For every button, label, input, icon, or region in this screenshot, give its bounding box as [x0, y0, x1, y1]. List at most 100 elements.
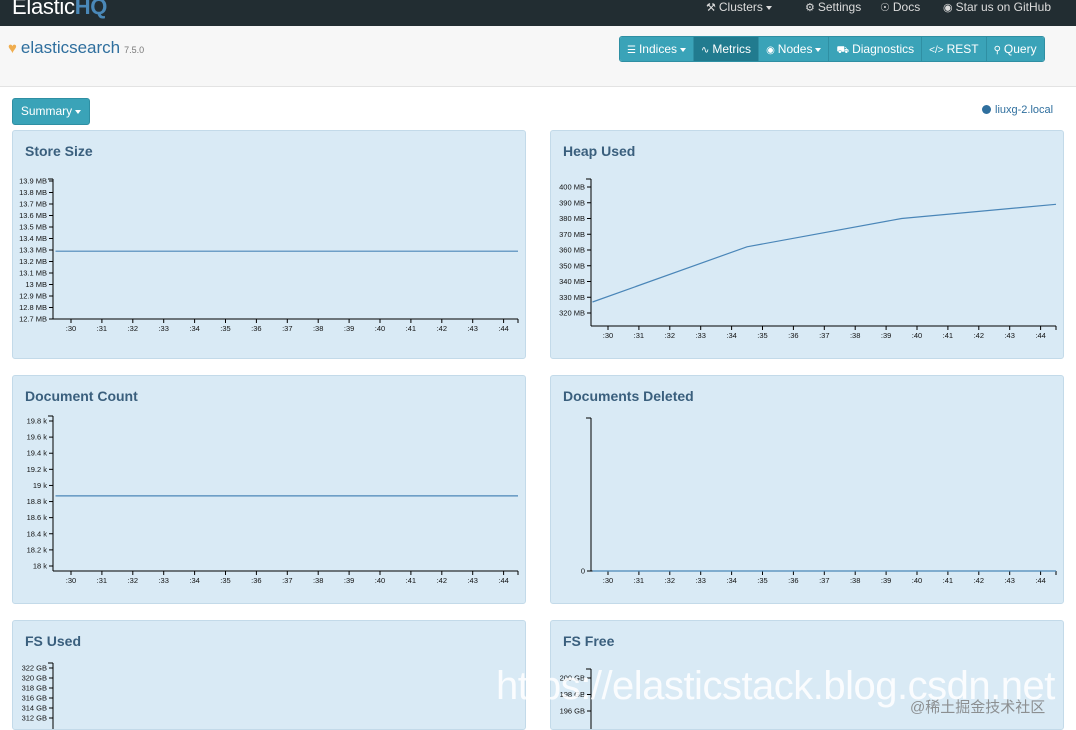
x-tick-label: :31	[634, 331, 644, 340]
watermark-cn: @稀土掘金技术社区	[910, 699, 1046, 716]
settings-link[interactable]: ⚙ Settings	[805, 0, 861, 14]
x-tick-label: :38	[313, 576, 323, 585]
indices-button[interactable]: ☰ Indices	[620, 37, 694, 61]
document-count-chart: 19.8 k 19.6 k 19.4 k 19.2 k 19 k 18.8 k 18.6 k…	[27, 415, 519, 585]
code-icon: </>	[929, 45, 944, 56]
heartbeat-icon: ♥	[8, 40, 17, 57]
y-tick-label: 13.5 MB	[19, 223, 47, 232]
gear-icon: ⚙	[805, 2, 815, 14]
x-tick-label: :36	[251, 324, 261, 333]
x-tick-label: :42	[974, 331, 984, 340]
query-button[interactable]: ⚲ Query	[986, 37, 1044, 61]
nodes-label: Nodes	[777, 42, 813, 56]
cluster-header: ♥ elasticsearch 7.5.0 ☰ Indices ∿ Metrics ◉ N…	[0, 26, 1076, 87]
legend-dot	[982, 105, 991, 114]
y-tick-label: 13 MB	[25, 280, 47, 289]
x-tick-label: :36	[251, 576, 261, 585]
x-tick-label: :34	[189, 576, 199, 585]
y-tick-label: 19.4 k	[27, 449, 48, 458]
chevron-down-icon	[765, 5, 772, 10]
list-icon: ☰	[627, 45, 636, 56]
y-tick-label: 13.6 MB	[19, 211, 47, 220]
x-tick-label: :38	[313, 324, 323, 333]
metrics-label: Metrics	[712, 42, 752, 56]
store-size-chart: 13.9 MB 13.8 MB 13.7 MB 13.6 MB 13.5 MB 13.4 …	[19, 177, 519, 333]
metrics-button[interactable]: ∿ Metrics	[694, 37, 760, 61]
x-tick-label: :43	[1004, 331, 1014, 340]
cluster-title[interactable]: ♥ elasticsearch 7.5.0	[8, 38, 144, 58]
y-tick-label: 320 GB	[22, 674, 47, 683]
x-tick-label: :44	[498, 576, 508, 585]
clusters-menu[interactable]: ⚒ Clusters	[706, 0, 772, 14]
top-navbar: ElasticHQ ⚒ Clusters ⚙ Settings ☉ Docs ◉ Sta…	[0, 0, 1076, 26]
node-name: liuxg-2.local	[995, 104, 1054, 116]
y-tick-label: 19.8 k	[27, 417, 48, 426]
x-tick-label: :37	[819, 331, 829, 340]
store-size-panel: Store Size 13.9 MB 13.8 MB 13.7 MB 13.6 MB 1…	[12, 130, 526, 359]
x-tick-label: :31	[634, 576, 644, 585]
x-tick-label: :33	[158, 576, 168, 585]
search-icon: ⚲	[993, 45, 1001, 56]
x-tick-label: :32	[665, 576, 675, 585]
github-link[interactable]: ◉ Star us on GitHub	[943, 0, 1051, 14]
x-tick-label: :31	[97, 324, 107, 333]
x-tick-label: :32	[128, 324, 138, 333]
y-tick-label: 12.9 MB	[19, 292, 47, 301]
y-tick-label: 13.4 MB	[19, 234, 47, 243]
y-tick-label: 322 GB	[22, 664, 47, 673]
y-tick-label: 316 GB	[22, 694, 47, 703]
y-tick-label: 13.1 MB	[19, 269, 47, 278]
y-tick-label: 19.6 k	[27, 433, 48, 442]
x-tick-label: :31	[97, 576, 107, 585]
diagnostics-button[interactable]: ⛟ Diagnostics	[829, 37, 923, 61]
y-tick-label: 18 k	[33, 562, 47, 571]
y-tick-label: 0	[581, 567, 585, 576]
heap-used-chart: 400 MB 390 MB 380 MB 370 MB 360 MB 350 MB 340 …	[559, 178, 1057, 340]
y-tick-label: 13.3 MB	[19, 246, 47, 255]
x-tick-label: :35	[757, 331, 767, 340]
x-tick-label: :34	[189, 324, 199, 333]
summary-dropdown[interactable]: Summary	[12, 98, 90, 125]
indices-label: Indices	[638, 42, 677, 56]
x-tick-label: :40	[912, 576, 922, 585]
x-tick-label: :30	[603, 331, 613, 340]
x-tick-label: :44	[1035, 576, 1045, 585]
x-tick-label: :33	[158, 324, 168, 333]
brand-logo[interactable]: ElasticHQ	[12, 0, 107, 20]
cluster-version: 7.5.0	[124, 45, 145, 55]
x-tick-label: :40	[375, 324, 385, 333]
x-tick-label: :39	[344, 576, 354, 585]
x-tick-label: :39	[881, 576, 891, 585]
y-tick-label: 13.9 MB	[19, 177, 47, 186]
x-tick-label: :32	[665, 331, 675, 340]
rest-button[interactable]: </> REST	[922, 37, 987, 61]
x-tick-label: :35	[757, 576, 767, 585]
x-tick-label: :35	[220, 324, 230, 333]
sitemap-icon: ⚒	[706, 2, 716, 14]
x-tick-label: :39	[881, 331, 891, 340]
x-tick-label: :37	[819, 576, 829, 585]
brand-text-hq: HQ	[74, 0, 108, 19]
chevron-down-icon	[815, 47, 822, 52]
y-tick-label: 18.4 k	[27, 529, 48, 538]
y-tick-label: 330 MB	[559, 293, 585, 302]
x-tick-label: :44	[498, 324, 508, 333]
y-tick-label: 18.2 k	[27, 545, 48, 554]
main-toolbar: ☰ Indices ∿ Metrics ◉ Nodes ⛟ Diagnostics </…	[619, 36, 1045, 62]
y-tick-label: 350 MB	[559, 261, 585, 270]
documents-deleted-panel: Documents Deleted 0:30:31:32:33:34:35:36…	[550, 375, 1064, 604]
x-tick-label: :36	[788, 331, 798, 340]
x-tick-label: :33	[695, 576, 705, 585]
nodes-button[interactable]: ◉ Nodes	[759, 37, 830, 61]
x-tick-label: :42	[437, 324, 447, 333]
y-tick-label: 340 MB	[559, 277, 585, 286]
x-tick-label: :39	[344, 324, 354, 333]
docs-link[interactable]: ☉ Docs	[880, 0, 920, 14]
x-tick-label: :42	[974, 576, 984, 585]
fs-used-chart: 322 GB320 GB318 GB316 GB314 GB312 GB	[22, 662, 54, 729]
docs-label: Docs	[892, 0, 921, 14]
x-tick-label: :30	[66, 324, 76, 333]
x-tick-label: :35	[220, 576, 230, 585]
x-tick-label: :43	[467, 576, 477, 585]
y-tick-label: 320 MB	[559, 309, 585, 318]
